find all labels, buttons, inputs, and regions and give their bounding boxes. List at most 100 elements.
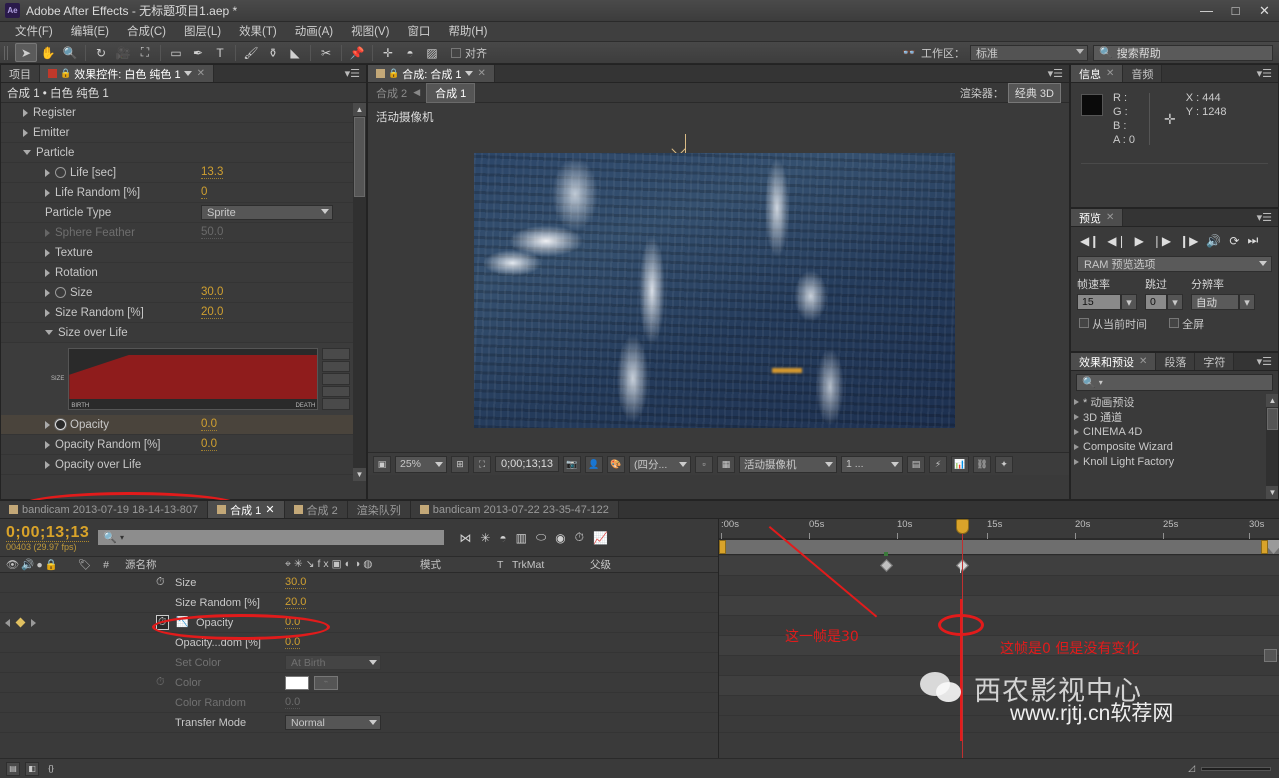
- ec-row-opacity-random[interactable]: Opacity Random [%] 0.0: [1, 435, 366, 455]
- curve-preset-5[interactable]: [322, 398, 350, 410]
- track-row[interactable]: [719, 576, 1279, 596]
- audio-icon[interactable]: 🔊: [1206, 234, 1221, 248]
- column-t[interactable]: T: [497, 559, 503, 571]
- panel-menu-icon[interactable]: ▾☰: [1251, 353, 1278, 370]
- scroll-down-icon[interactable]: ▼: [353, 468, 366, 481]
- layer-number-icon[interactable]: #: [103, 559, 109, 571]
- particle-type-dropdown[interactable]: Sprite: [201, 205, 333, 220]
- last-frame-icon[interactable]: ❙▶: [1179, 234, 1198, 248]
- effect-controls-scrollbar[interactable]: ▲ ▼: [353, 103, 366, 481]
- align-toggle[interactable]: 对齐: [451, 45, 487, 61]
- chevron-down-icon[interactable]: [184, 71, 192, 76]
- scrollbar-thumb[interactable]: [354, 117, 365, 197]
- timecode-value[interactable]: 0;00;13;13: [6, 524, 89, 542]
- eyedropper-icon[interactable]: ⌁: [314, 676, 338, 690]
- pen-tool-icon[interactable]: ✒: [187, 43, 209, 62]
- checkbox-icon[interactable]: [1079, 318, 1089, 328]
- disclosure-triangle-icon[interactable]: [1074, 429, 1079, 435]
- prev-frame-icon[interactable]: ◀❘: [1107, 234, 1126, 248]
- auto-keyframe-icon[interactable]: ⏱: [575, 530, 584, 545]
- property-value[interactable]: 13.3: [201, 166, 223, 179]
- breadcrumb-comp-2[interactable]: 合成 2: [376, 85, 407, 101]
- keyframe-navigator[interactable]: [5, 619, 36, 627]
- snapshot-icon[interactable]: 📷: [563, 456, 581, 473]
- renderer-control[interactable]: 渲染器： 经典 3D: [960, 83, 1061, 103]
- close-icon[interactable]: ✕: [265, 503, 274, 516]
- column-mode[interactable]: 模式: [420, 557, 441, 572]
- timeline-zoom-slider[interactable]: [1201, 767, 1271, 771]
- channels-icon[interactable]: 🎨: [607, 456, 625, 473]
- layer-switch-icons[interactable]: 👁🔊●🔒: [6, 558, 60, 571]
- region-of-interest-icon[interactable]: ⛶: [473, 456, 491, 473]
- next-keyframe-icon[interactable]: [31, 619, 36, 627]
- chevron-down-icon[interactable]: ▾: [1167, 294, 1183, 310]
- selection-tool-icon[interactable]: ➤: [15, 43, 37, 62]
- workspace-reset-icon[interactable]: 👓: [902, 46, 916, 59]
- clone-stamp-tool-icon[interactable]: ⚱: [262, 43, 284, 62]
- effects-item-knoll-light-factory[interactable]: Knoll Light Factory: [1074, 454, 1278, 469]
- disclosure-triangle-icon[interactable]: [1074, 444, 1079, 450]
- playhead-handle[interactable]: [956, 519, 969, 534]
- text-tool-icon[interactable]: T: [209, 43, 231, 62]
- track-row[interactable]: [719, 676, 1279, 696]
- puppet-pin-tool-icon[interactable]: 📌: [346, 43, 368, 62]
- menu-help[interactable]: 帮助(H): [439, 22, 496, 42]
- prev-keyframe-icon[interactable]: [5, 619, 10, 627]
- search-dropdown-icon[interactable]: ▾: [120, 533, 124, 542]
- ec-row-life-random[interactable]: Life Random [%] 0: [1, 183, 366, 203]
- track-row[interactable]: [719, 616, 1279, 636]
- ec-row-texture[interactable]: Texture: [1, 243, 366, 263]
- tab-info[interactable]: 信息 ✕: [1071, 65, 1123, 82]
- timeline-ruler[interactable]: :00s 05s 10s 15s 20s 25s 30s: [719, 519, 1279, 539]
- track-row-opacity[interactable]: [719, 596, 1279, 616]
- rotation-tool-icon[interactable]: ↻: [90, 43, 112, 62]
- search-dropdown-icon[interactable]: ▾: [1099, 378, 1103, 387]
- chevron-down-icon[interactable]: ▾: [1121, 294, 1137, 310]
- chevron-down-icon[interactable]: ▾: [1239, 294, 1255, 310]
- graph-editor-icon[interactable]: 📉: [176, 617, 188, 628]
- ec-row-life[interactable]: Life [sec] 13.3: [1, 163, 366, 183]
- disclosure-triangle-icon[interactable]: [23, 129, 28, 137]
- effects-item-animation-presets[interactable]: * 动画预设: [1074, 394, 1278, 409]
- curve-preset-4[interactable]: [322, 386, 350, 398]
- tl-tab-render-queue[interactable]: 渲染队列: [348, 501, 411, 518]
- brush-tool-icon[interactable]: 🖌: [240, 43, 262, 62]
- ec-row-size-over-life[interactable]: Size over Life: [1, 323, 366, 343]
- motion-blur-icon[interactable]: ◓: [499, 531, 506, 545]
- work-area-end-handle[interactable]: [1261, 540, 1268, 554]
- tab-effect-controls[interactable]: 🔒 效果控件: 白色 纯色 1 ✕: [40, 65, 214, 82]
- keyframe-indicator-icon[interactable]: [16, 618, 26, 628]
- effects-item-cinema4d[interactable]: CINEMA 4D: [1074, 424, 1278, 439]
- ec-row-sphere-feather[interactable]: Sphere Feather 50.0: [1, 223, 366, 243]
- resolution-select[interactable]: (四分...: [629, 456, 691, 473]
- scroll-up-icon[interactable]: ▲: [353, 103, 366, 116]
- pixel-aspect-icon[interactable]: ▤: [907, 456, 925, 473]
- close-button[interactable]: ✕: [1250, 0, 1279, 21]
- column-source-name[interactable]: 源名称: [125, 557, 157, 572]
- effects-search-input[interactable]: 🔍 ▾: [1076, 374, 1273, 391]
- panel-menu-icon[interactable]: ▾☰: [1251, 209, 1278, 226]
- ec-row-rotation[interactable]: Rotation: [1, 263, 366, 283]
- ram-preview-icon[interactable]: ⏭: [1247, 233, 1258, 248]
- skip-value[interactable]: 0: [1145, 294, 1167, 310]
- effects-item-3d-channel[interactable]: 3D 通道: [1074, 409, 1278, 424]
- hand-tool-icon[interactable]: ✋: [37, 43, 59, 62]
- shy-layers-icon[interactable]: ⋈: [459, 531, 471, 545]
- menu-effect[interactable]: 效果(T): [230, 22, 286, 42]
- camera-tool-icon[interactable]: 🎥: [112, 43, 134, 62]
- property-value[interactable]: 20.0: [201, 306, 223, 319]
- menu-window[interactable]: 窗口: [398, 22, 439, 42]
- close-icon[interactable]: ✕: [1139, 356, 1147, 367]
- transparency-grid-icon[interactable]: ▦: [717, 456, 735, 473]
- workspace-select[interactable]: 标准: [970, 45, 1088, 61]
- fullscreen-checkbox[interactable]: 全屏: [1169, 316, 1204, 332]
- color-swatch[interactable]: [285, 676, 309, 690]
- property-value[interactable]: 30.0: [285, 576, 306, 589]
- disclosure-triangle-icon[interactable]: [45, 189, 50, 197]
- pan-behind-tool-icon[interactable]: ⛶: [134, 43, 156, 62]
- column-trkmat[interactable]: TrkMat: [512, 559, 544, 571]
- chevron-down-icon[interactable]: [465, 71, 473, 76]
- show-snapshot-icon[interactable]: 👤: [585, 456, 603, 473]
- align-checkbox[interactable]: [451, 48, 461, 58]
- tab-character[interactable]: 字符: [1195, 353, 1234, 370]
